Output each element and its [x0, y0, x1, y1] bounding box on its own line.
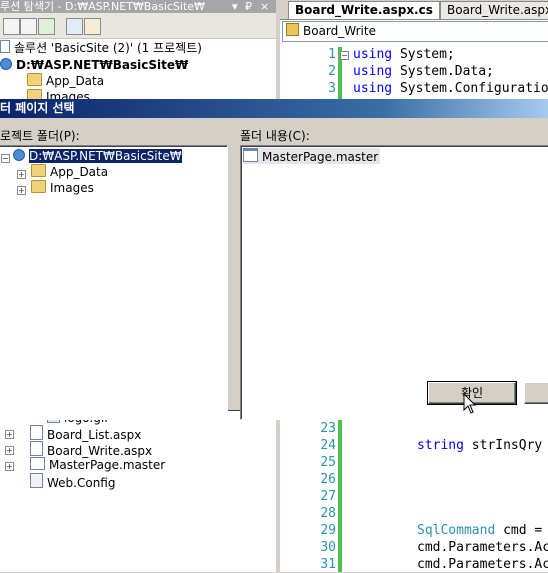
solution-icon — [0, 40, 10, 53]
project-node[interactable]: D:₩ASP.NET₩BasicSite₩ — [0, 57, 188, 73]
line-number: 2 — [328, 64, 336, 79]
keyword: using — [353, 64, 393, 79]
properties-icon[interactable] — [3, 18, 20, 35]
code-line[interactable]: string strInsQry — [417, 437, 542, 454]
code-line[interactable]: cmd.Parameters.Ac — [417, 556, 548, 573]
keyword: string — [417, 438, 464, 453]
expand-icon[interactable]: + — [17, 186, 26, 195]
line-number: 29 — [320, 523, 336, 538]
tree-item-app-data[interactable]: App_Data — [31, 164, 108, 180]
project-folder-tree[interactable]: − D:₩ASP.NET₩BasicSite₩ + App_Data + Ima… — [0, 145, 228, 420]
dialog-title: 터 페이지 선택 — [0, 101, 75, 115]
line-number: 28 — [320, 506, 336, 521]
expand-icon[interactable]: + — [5, 446, 14, 455]
line-number: 3 — [328, 81, 336, 96]
line-number: 23 — [320, 421, 336, 436]
class-dropdown[interactable]: Board_Write — [282, 21, 548, 42]
folder-contents-label: 폴더 내용(C): — [240, 129, 310, 143]
pin-icon[interactable]: ₽ — [245, 0, 252, 13]
tab-board-write-aspx[interactable]: Board_Write.aspx — [440, 1, 548, 19]
tab-board-write-aspx-cs[interactable]: Board_Write.aspx.cs — [288, 1, 440, 19]
master-file-icon — [30, 457, 45, 470]
code-text: cmd = — [503, 523, 543, 538]
aspx-file-icon — [30, 441, 43, 456]
class-icon — [286, 23, 299, 36]
code-line[interactable]: cmd.Parameters.Ac — [417, 539, 548, 556]
close-icon[interactable]: × — [260, 0, 269, 13]
code-line[interactable]: SqlCommand cmd = — [417, 522, 542, 539]
tree-item-images[interactable]: Images — [31, 180, 94, 196]
code-text: System.Configuratio — [399, 81, 548, 96]
tree-item-board-write[interactable]: Board_Write.aspx — [30, 441, 152, 458]
show-all-files-icon[interactable] — [20, 18, 37, 35]
dialog-titlebar[interactable]: 터 페이지 선택 — [0, 99, 548, 118]
keyword: using — [353, 47, 393, 62]
folder-contents-list[interactable]: MasterPage.master — [240, 145, 548, 420]
solution-explorer-title: 루션 탐색기 - D:₩ASP.NET₩BasicSite₩ — [0, 0, 205, 13]
line-number: 31 — [320, 557, 336, 572]
code-text: System; — [399, 47, 455, 62]
code-line[interactable]: using System.Configuratio — [353, 80, 548, 97]
editor-tab-strip: Board_Write.aspx.cs Board_Write.aspx — [280, 0, 548, 20]
folder-icon — [27, 73, 42, 86]
web-project-icon — [0, 58, 12, 70]
refresh-icon[interactable] — [38, 18, 55, 35]
line-number: 30 — [320, 540, 336, 555]
solution-node[interactable]: 솔루션 'BasicSite (2)' (1 프로젝트) — [0, 40, 202, 56]
code-text: strInsQry — [471, 438, 543, 453]
solution-explorer-titlebar: 루션 탐색기 - D:₩ASP.NET₩BasicSite₩ ▾ ₽ × — [0, 0, 276, 13]
folder-icon — [31, 164, 46, 177]
list-item-masterpage[interactable]: MasterPage.master — [243, 148, 381, 164]
project-folder-label: 로젝트 폴더(P): — [0, 129, 80, 143]
copy-website-icon[interactable] — [66, 18, 83, 35]
tree-item-site-root[interactable]: D:₩ASP.NET₩BasicSite₩ — [13, 148, 183, 164]
expand-icon[interactable]: + — [5, 462, 14, 471]
mouse-pointer-icon — [463, 393, 477, 414]
expand-icon[interactable]: + — [17, 170, 26, 179]
code-line[interactable]: using System.Data; — [353, 63, 494, 80]
config-file-icon — [30, 473, 43, 488]
folder-icon — [31, 180, 46, 193]
line-number: 26 — [320, 472, 336, 487]
expand-icon[interactable]: + — [5, 430, 14, 439]
web-project-icon — [13, 149, 25, 161]
tree-item-masterpage[interactable]: MasterPage.master — [30, 457, 165, 473]
select-master-page-dialog: 터 페이지 선택 로젝트 폴더(P): 폴더 내용(C): − D:₩ASP.N… — [0, 99, 548, 420]
aspnet-config-icon[interactable] — [84, 18, 101, 35]
tree-item-board-list[interactable]: Board_List.aspx — [30, 425, 141, 442]
line-number: 24 — [320, 438, 336, 453]
cancel-button[interactable] — [524, 382, 548, 404]
dropdown-arrow-icon[interactable]: ▾ — [232, 0, 238, 13]
collapse-icon[interactable]: − — [1, 154, 10, 163]
tree-item-app-data[interactable]: App_Data — [27, 73, 104, 89]
type-name: SqlCommand — [417, 523, 496, 538]
collapse-icon[interactable]: − — [340, 51, 349, 60]
code-text: System.Data; — [399, 64, 494, 79]
code-line[interactable]: using System; — [353, 46, 455, 63]
master-file-icon — [243, 148, 258, 162]
line-number: 27 — [320, 489, 336, 504]
line-number: 1 — [328, 47, 336, 62]
line-number: 25 — [320, 455, 336, 470]
solution-explorer-toolbar — [0, 13, 276, 39]
tree-item-web-config[interactable]: Web.Config — [30, 473, 115, 490]
aspx-file-icon — [30, 425, 43, 440]
keyword: using — [353, 81, 393, 96]
